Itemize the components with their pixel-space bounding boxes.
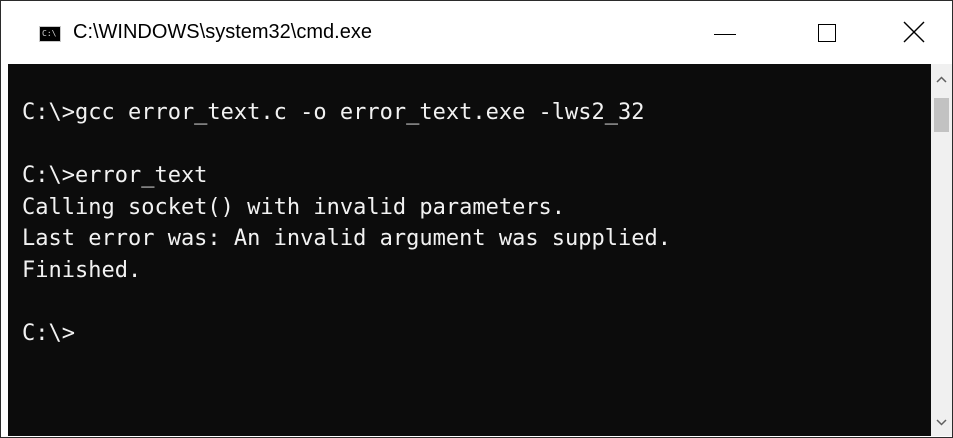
- close-icon: [903, 21, 925, 43]
- console-line: Finished.: [22, 257, 142, 283]
- cmd-console-icon[interactable]: C:\: [39, 26, 61, 42]
- maximize-icon: [818, 24, 836, 42]
- console-prompt-line[interactable]: C:\>: [22, 318, 671, 350]
- maximize-button[interactable]: [770, 1, 860, 64]
- minimize-button[interactable]: [680, 1, 770, 64]
- console-line: Calling socket() with invalid parameters…: [22, 194, 566, 220]
- close-button[interactable]: [861, 1, 951, 64]
- console-line: C:\>error_text: [22, 163, 208, 188]
- cmd-window: C:\ C:\WINDOWS\system32\cmd.exe C:\>gcc …: [0, 0, 953, 438]
- window-title: C:\WINDOWS\system32\cmd.exe: [73, 21, 372, 43]
- minimize-icon: [714, 34, 736, 35]
- console-output[interactable]: C:\>gcc error_text.c -o error_text.exe -…: [8, 64, 931, 436]
- vertical-scrollbar[interactable]: [931, 64, 952, 436]
- scroll-down-arrow-icon[interactable]: [931, 410, 952, 434]
- title-bar[interactable]: C:\ C:\WINDOWS\system32\cmd.exe: [1, 1, 952, 64]
- console-lines: C:\>gcc error_text.c -o error_text.exe -…: [22, 97, 671, 349]
- console-line: C:\>gcc error_text.c -o error_text.exe -…: [22, 100, 645, 125]
- console-line: Last error was: An invalid argument was …: [22, 226, 672, 251]
- scroll-up-arrow-icon[interactable]: [931, 68, 952, 92]
- scroll-thumb[interactable]: [934, 98, 949, 132]
